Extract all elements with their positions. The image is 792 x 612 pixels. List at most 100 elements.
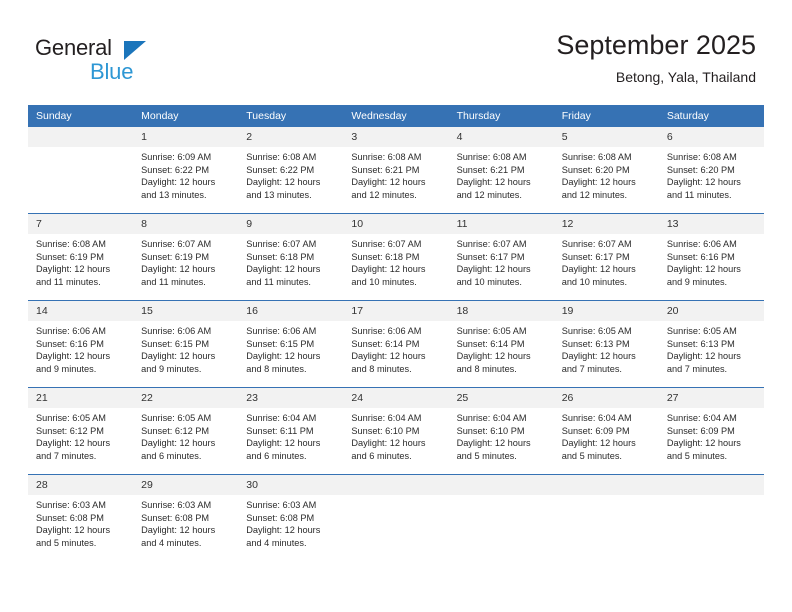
calendar-day-cell[interactable]: 10 Sunrise: 6:07 AM Sunset: 6:18 PM Dayligh… bbox=[343, 213, 449, 301]
calendar-day-cell[interactable]: 4 Sunrise: 6:08 AM Sunset: 6:21 PM Daylight… bbox=[448, 127, 554, 214]
logo-word-blue: Blue bbox=[90, 59, 134, 84]
day-daylight-1-text: Daylight: 12 hours bbox=[666, 351, 741, 362]
calendar-day-cell[interactable]: 18 Sunrise: 6:05 AM Sunset: 6:14 PM Dayligh… bbox=[448, 300, 554, 388]
day-number: 25 bbox=[448, 388, 554, 408]
day-daylight-1-text: Daylight: 12 hours bbox=[561, 438, 636, 449]
calendar-day-cell[interactable]: 1 Sunrise: 6:09 AM Sunset: 6:22 PM Daylight… bbox=[133, 127, 239, 214]
day-sunset-text: Sunset: 6:09 PM bbox=[666, 425, 735, 436]
day-details: Sunrise: 6:06 AM Sunset: 6:15 PM Daylight:… bbox=[133, 321, 238, 375]
calendar-body: 1 Sunrise: 6:09 AM Sunset: 6:22 PM Daylight… bbox=[28, 127, 764, 561]
day-sunset-text: Sunset: 6:14 PM bbox=[351, 338, 420, 349]
calendar-day-cell[interactable]: 11 Sunrise: 6:07 AM Sunset: 6:17 PM Dayligh… bbox=[448, 213, 554, 301]
day-daylight-1-text: Daylight: 12 hours bbox=[141, 525, 216, 536]
day-sunrise-text: Sunrise: 6:03 AM bbox=[141, 500, 212, 510]
calendar-day-cell[interactable]: 23 Sunrise: 6:04 AM Sunset: 6:11 PM Dayligh… bbox=[238, 387, 344, 475]
calendar-day-cell[interactable]: 21 Sunrise: 6:05 AM Sunset: 6:12 PM Dayligh… bbox=[28, 387, 134, 475]
calendar-day-cell[interactable]: 12 Sunrise: 6:07 AM Sunset: 6:17 PM Dayligh… bbox=[553, 213, 659, 301]
day-daylight-2-text: and 11 minutes. bbox=[666, 189, 732, 200]
day-daylight-1-text: Daylight: 12 hours bbox=[141, 351, 216, 362]
calendar-day-cell[interactable]: 22 Sunrise: 6:05 AM Sunset: 6:12 PM Dayligh… bbox=[133, 387, 239, 475]
calendar-day-cell[interactable]: 30 Sunrise: 6:03 AM Sunset: 6:08 PM Dayligh… bbox=[238, 474, 344, 561]
day-number: 8 bbox=[133, 214, 239, 234]
day-number: 10 bbox=[343, 214, 449, 234]
calendar-day-cell[interactable]: 28 Sunrise: 6:03 AM Sunset: 6:08 PM Dayligh… bbox=[28, 474, 134, 561]
calendar-day-cell[interactable]: 9 Sunrise: 6:07 AM Sunset: 6:18 PM Daylight… bbox=[238, 213, 344, 301]
weekday-header-monday: Monday bbox=[133, 105, 239, 127]
page-title: September 2025 bbox=[556, 30, 756, 60]
day-sunrise-text: Sunrise: 6:05 AM bbox=[666, 326, 737, 336]
day-sunset-text: Sunset: 6:11 PM bbox=[246, 425, 314, 436]
day-sunset-text: Sunset: 6:18 PM bbox=[351, 251, 420, 262]
day-sunset-text: Sunset: 6:12 PM bbox=[141, 425, 210, 436]
calendar-day-cell[interactable]: 14 Sunrise: 6:06 AM Sunset: 6:16 PM Dayligh… bbox=[28, 300, 134, 388]
day-details: Sunrise: 6:08 AM Sunset: 6:21 PM Daylight:… bbox=[449, 147, 554, 201]
calendar-day-cell[interactable]: 29 Sunrise: 6:03 AM Sunset: 6:08 PM Dayligh… bbox=[133, 474, 239, 561]
calendar-day-cell[interactable]: 2 Sunrise: 6:08 AM Sunset: 6:22 PM Daylight… bbox=[238, 127, 344, 214]
day-details: Sunrise: 6:08 AM Sunset: 6:22 PM Daylight:… bbox=[238, 147, 343, 201]
day-daylight-1-text: Daylight: 12 hours bbox=[456, 438, 531, 449]
day-number: 14 bbox=[28, 301, 134, 321]
day-number: 1 bbox=[133, 127, 239, 147]
day-daylight-2-text: and 5 minutes. bbox=[561, 450, 622, 461]
calendar-day-cell[interactable]: 6 Sunrise: 6:08 AM Sunset: 6:20 PM Daylight… bbox=[658, 127, 764, 214]
day-sunset-text: Sunset: 6:14 PM bbox=[456, 338, 525, 349]
day-daylight-1-text: Daylight: 12 hours bbox=[351, 351, 426, 362]
day-sunset-text: Sunset: 6:13 PM bbox=[666, 338, 735, 349]
calendar-day-cell[interactable]: 15 Sunrise: 6:06 AM Sunset: 6:15 PM Dayligh… bbox=[133, 300, 239, 388]
day-sunset-text: Sunset: 6:08 PM bbox=[141, 512, 210, 523]
day-details: Sunrise: 6:04 AM Sunset: 6:09 PM Daylight:… bbox=[659, 408, 764, 462]
day-daylight-2-text: and 12 minutes. bbox=[561, 189, 628, 200]
day-daylight-1-text: Daylight: 12 hours bbox=[666, 177, 741, 188]
calendar-day-cell[interactable]: 3 Sunrise: 6:08 AM Sunset: 6:21 PM Daylight… bbox=[343, 127, 449, 214]
day-daylight-2-text: and 6 minutes. bbox=[141, 450, 202, 461]
calendar-day-cell[interactable]: 19 Sunrise: 6:05 AM Sunset: 6:13 PM Dayligh… bbox=[553, 300, 659, 388]
calendar-day-cell[interactable]: 5 Sunrise: 6:08 AM Sunset: 6:20 PM Daylight… bbox=[553, 127, 659, 214]
calendar-week-row: 21 Sunrise: 6:05 AM Sunset: 6:12 PM Dayligh… bbox=[28, 387, 764, 475]
calendar-day-cell-empty bbox=[553, 474, 659, 561]
calendar-day-cell[interactable]: 13 Sunrise: 6:06 AM Sunset: 6:16 PM Dayligh… bbox=[658, 213, 764, 301]
day-details: Sunrise: 6:04 AM Sunset: 6:10 PM Daylight:… bbox=[449, 408, 554, 462]
calendar-day-cell[interactable]: 20 Sunrise: 6:05 AM Sunset: 6:13 PM Dayligh… bbox=[658, 300, 764, 388]
day-sunset-text: Sunset: 6:22 PM bbox=[141, 164, 210, 175]
day-details: Sunrise: 6:08 AM Sunset: 6:20 PM Daylight:… bbox=[659, 147, 764, 201]
calendar-day-cell[interactable]: 27 Sunrise: 6:04 AM Sunset: 6:09 PM Dayligh… bbox=[658, 387, 764, 475]
day-number: 2 bbox=[238, 127, 344, 147]
calendar-day-cell[interactable]: 24 Sunrise: 6:04 AM Sunset: 6:10 PM Dayligh… bbox=[343, 387, 449, 475]
calendar-day-cell[interactable]: 7 Sunrise: 6:08 AM Sunset: 6:19 PM Daylight… bbox=[28, 213, 134, 301]
calendar-day-cell[interactable]: 8 Sunrise: 6:07 AM Sunset: 6:19 PM Daylight… bbox=[133, 213, 239, 301]
calendar-day-cell[interactable]: 17 Sunrise: 6:06 AM Sunset: 6:14 PM Dayligh… bbox=[343, 300, 449, 388]
day-sunrise-text: Sunrise: 6:04 AM bbox=[456, 413, 527, 423]
day-daylight-1-text: Daylight: 12 hours bbox=[456, 264, 531, 275]
day-sunrise-text: Sunrise: 6:08 AM bbox=[666, 152, 737, 162]
calendar-day-cell[interactable]: 16 Sunrise: 6:06 AM Sunset: 6:15 PM Dayligh… bbox=[238, 300, 344, 388]
general-blue-logo[interactable]: General Blue bbox=[35, 35, 215, 85]
day-details: Sunrise: 6:07 AM Sunset: 6:19 PM Daylight:… bbox=[133, 234, 238, 288]
calendar-day-cell[interactable]: 26 Sunrise: 6:04 AM Sunset: 6:09 PM Dayligh… bbox=[553, 387, 659, 475]
day-daylight-2-text: and 9 minutes. bbox=[141, 363, 202, 374]
day-daylight-1-text: Daylight: 12 hours bbox=[666, 264, 741, 275]
day-number: 7 bbox=[28, 214, 134, 234]
day-number: 29 bbox=[133, 475, 239, 495]
day-daylight-2-text: and 5 minutes. bbox=[456, 450, 517, 461]
calendar-day-cell[interactable]: 25 Sunrise: 6:04 AM Sunset: 6:10 PM Dayligh… bbox=[448, 387, 554, 475]
calendar-week-row: 1 Sunrise: 6:09 AM Sunset: 6:22 PM Daylight… bbox=[28, 127, 764, 214]
day-details: Sunrise: 6:07 AM Sunset: 6:17 PM Daylight:… bbox=[449, 234, 554, 288]
day-sunrise-text: Sunrise: 6:07 AM bbox=[351, 239, 422, 249]
weekday-header-wednesday: Wednesday bbox=[343, 105, 449, 127]
calendar-week-row: 7 Sunrise: 6:08 AM Sunset: 6:19 PM Daylight… bbox=[28, 213, 764, 301]
day-sunrise-text: Sunrise: 6:04 AM bbox=[351, 413, 422, 423]
day-sunset-text: Sunset: 6:16 PM bbox=[36, 338, 104, 349]
calendar-header-row: Sunday Monday Tuesday Wednesday Thursday… bbox=[28, 105, 764, 127]
day-number: 12 bbox=[553, 214, 659, 234]
calendar-grid: Sunday Monday Tuesday Wednesday Thursday… bbox=[28, 105, 764, 561]
day-details: Sunrise: 6:06 AM Sunset: 6:14 PM Daylight:… bbox=[343, 321, 448, 375]
day-daylight-2-text: and 9 minutes. bbox=[36, 363, 97, 374]
day-number bbox=[553, 475, 659, 495]
day-sunrise-text: Sunrise: 6:06 AM bbox=[141, 326, 212, 336]
day-number: 9 bbox=[238, 214, 344, 234]
weekday-header-thursday: Thursday bbox=[448, 105, 554, 127]
day-sunset-text: Sunset: 6:15 PM bbox=[141, 338, 210, 349]
day-daylight-1-text: Daylight: 12 hours bbox=[36, 525, 111, 536]
day-number bbox=[658, 475, 764, 495]
day-sunrise-text: Sunrise: 6:08 AM bbox=[246, 152, 317, 162]
